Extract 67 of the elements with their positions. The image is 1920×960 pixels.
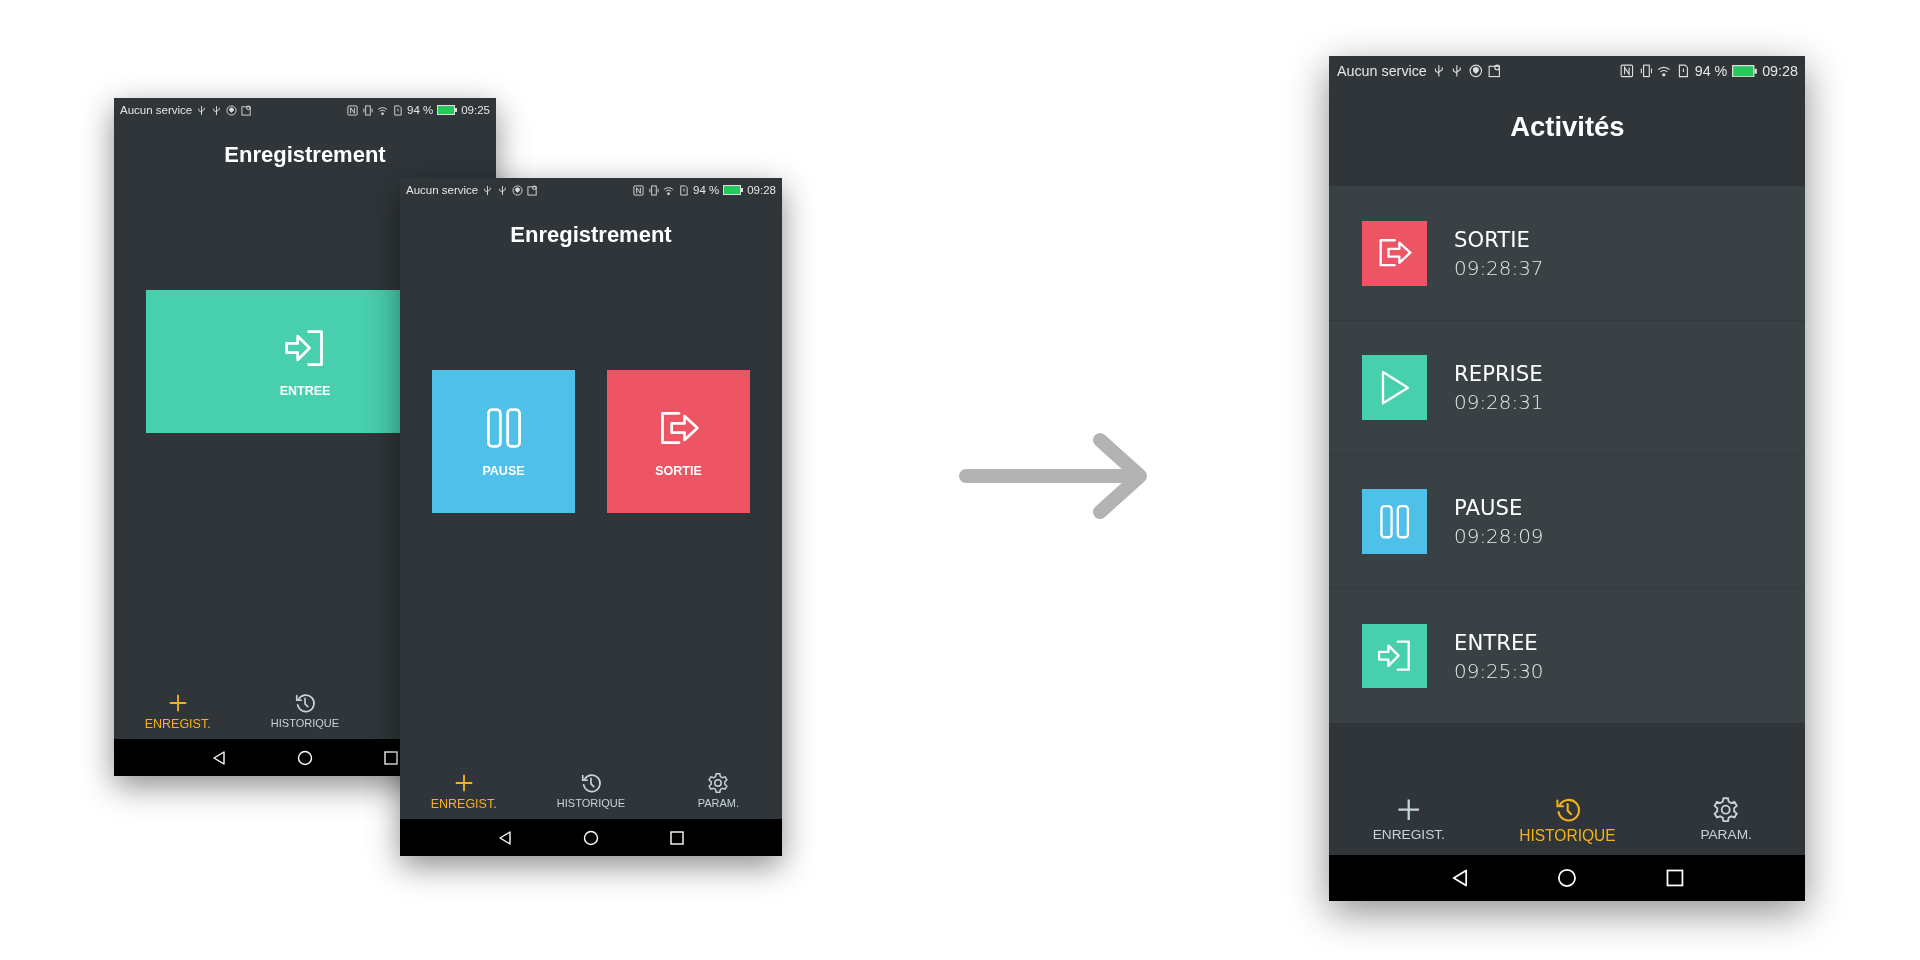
carrier-text: Aucun service	[1336, 63, 1427, 79]
screen-title: Activités	[1510, 110, 1625, 143]
exit-button[interactable]: SORTIE	[607, 370, 750, 513]
clock-time: 09:28	[747, 184, 776, 196]
activity-name: ENTREE	[1454, 629, 1539, 655]
vibrate-icon	[362, 104, 373, 116]
nav-tab[interactable]: ENREGIST.	[144, 690, 211, 733]
shield-icon	[512, 184, 524, 196]
clock-time: 09:25	[461, 104, 490, 116]
shield-icon	[226, 104, 238, 116]
screen-title: Enregistrement	[224, 142, 386, 168]
screen-title: Enregistrement	[510, 222, 672, 248]
clock-time: 09:28	[1762, 63, 1798, 79]
carrier-text: Aucun service	[120, 104, 193, 116]
wifi-icon	[663, 184, 674, 196]
shield-icon	[1469, 64, 1483, 78]
usb-icon	[497, 184, 509, 196]
sim-icon	[392, 104, 403, 116]
home-icon[interactable]	[583, 829, 599, 846]
activity-time: 09:28:09	[1454, 525, 1544, 549]
battery-percent: 94 %	[693, 184, 720, 196]
usb-icon	[211, 104, 223, 116]
activity-name: REPRISE	[1454, 360, 1544, 386]
settings-icon	[707, 772, 730, 794]
battery-icon	[437, 105, 458, 115]
nav-tab[interactable]: HISTORIQUE	[270, 690, 340, 733]
nav-tab[interactable]: PARAM.	[697, 770, 739, 813]
sim-icon	[1676, 64, 1690, 78]
activity-time: 09:28:31	[1454, 390, 1544, 414]
carrier-text: Aucun service	[406, 184, 479, 196]
activity-time: 09:28:37	[1454, 256, 1544, 280]
nfc-icon	[347, 104, 358, 116]
history-clock-icon	[294, 692, 316, 714]
nav-tab[interactable]: ENREGIST.	[430, 770, 497, 813]
activity-time: 09:25:30	[1454, 659, 1544, 683]
image-icon	[241, 104, 253, 116]
wifi-icon	[1657, 64, 1672, 78]
home-icon[interactable]	[1557, 867, 1578, 888]
usb-icon	[196, 104, 208, 116]
nav-tab[interactable]: HISTORIQUE	[556, 770, 626, 813]
sim-icon	[678, 184, 689, 196]
nav-tab[interactable]: PARAM.	[1700, 793, 1752, 848]
vibrate-icon	[648, 184, 659, 196]
image-icon	[527, 184, 539, 196]
image-icon	[1487, 64, 1502, 78]
battery-percent: 94 %	[407, 104, 434, 116]
wifi-icon	[377, 104, 388, 116]
settings-icon	[1712, 795, 1740, 824]
battery-icon	[1732, 64, 1758, 78]
battery-icon	[723, 185, 744, 195]
activity-name: PAUSE	[1454, 495, 1524, 521]
vibrate-icon	[1638, 64, 1653, 78]
recents-icon[interactable]	[383, 749, 399, 766]
recents-icon[interactable]	[1664, 867, 1685, 888]
battery-percent: 94 %	[1694, 63, 1728, 79]
nfc-icon	[1620, 64, 1634, 78]
usb-icon	[482, 184, 494, 196]
history-clock-icon	[580, 772, 602, 794]
home-icon[interactable]	[297, 749, 313, 766]
nav-tab[interactable]: ENREGIST.	[1372, 793, 1445, 848]
recents-icon[interactable]	[669, 829, 685, 846]
back-icon[interactable]	[211, 749, 227, 766]
back-icon[interactable]	[497, 829, 513, 846]
nfc-icon	[633, 184, 644, 196]
activity-name: SORTIE	[1454, 226, 1531, 252]
right-arrow-icon	[958, 432, 1150, 520]
nav-tab[interactable]: HISTORIQUE	[1519, 793, 1616, 848]
